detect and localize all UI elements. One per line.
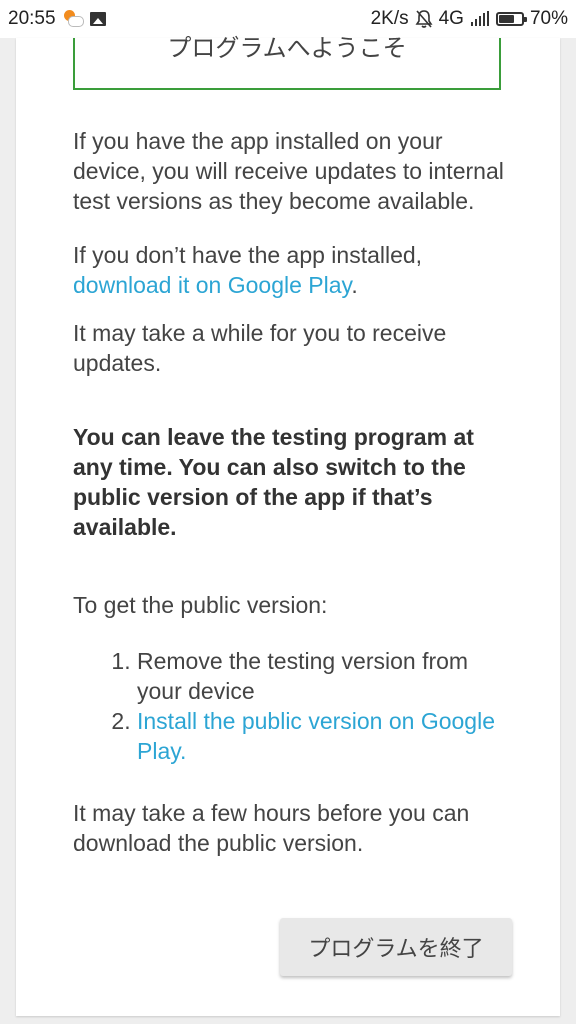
end-program-button[interactable]: プログラムを終了	[280, 918, 512, 976]
end-program-label: プログラムを終了	[308, 936, 484, 961]
status-left: 20:55	[8, 8, 106, 30]
step-1-text: Remove the testing version from your dev…	[137, 648, 469, 704]
testing-program-card: プログラムへようこそ If you have the app installed…	[16, 35, 560, 1016]
battery-icon	[495, 12, 527, 26]
get-public-heading: To get the public version:	[73, 592, 328, 618]
bell-off-icon	[415, 9, 433, 29]
weather-icon	[63, 10, 84, 28]
clock: 20:55	[8, 8, 56, 29]
public-version-delay-text: It may take a few hours before you can d…	[73, 800, 470, 856]
step-remove-testing: Remove the testing version from your dev…	[137, 646, 513, 706]
status-bar: 20:55 2K/s 4G 70%	[0, 0, 576, 38]
status-right: 2K/s 4G 70%	[371, 8, 568, 30]
not-installed-info: If you don’t have the app installed, dow…	[73, 240, 513, 300]
battery-percent: 70%	[529, 8, 568, 29]
period: .	[351, 272, 358, 298]
welcome-banner: プログラムへようこそ	[73, 35, 501, 90]
step-install-public: Install the public version on Google Pla…	[137, 706, 513, 766]
not-installed-text: If you don’t have the app installed,	[73, 242, 423, 268]
updates-delay-text: It may take a while for you to receive u…	[73, 320, 447, 376]
leave-program-notice: You can leave the testing program at any…	[73, 424, 474, 540]
program-info: If you have the app installed on your de…	[73, 126, 513, 858]
network-type: 4G	[438, 8, 464, 29]
install-public-version-link[interactable]: Install the public version on Google Pla…	[137, 708, 495, 764]
welcome-title: プログラムへようこそ	[167, 35, 407, 62]
installed-info-text: If you have the app installed on your de…	[73, 128, 504, 214]
signal-icon	[470, 11, 490, 27]
gallery-icon	[89, 12, 106, 26]
google-play-download-link[interactable]: download it on Google Play	[73, 272, 351, 298]
public-version-steps: Remove the testing version from your dev…	[73, 646, 513, 766]
net-speed: 2K/s	[370, 8, 409, 29]
